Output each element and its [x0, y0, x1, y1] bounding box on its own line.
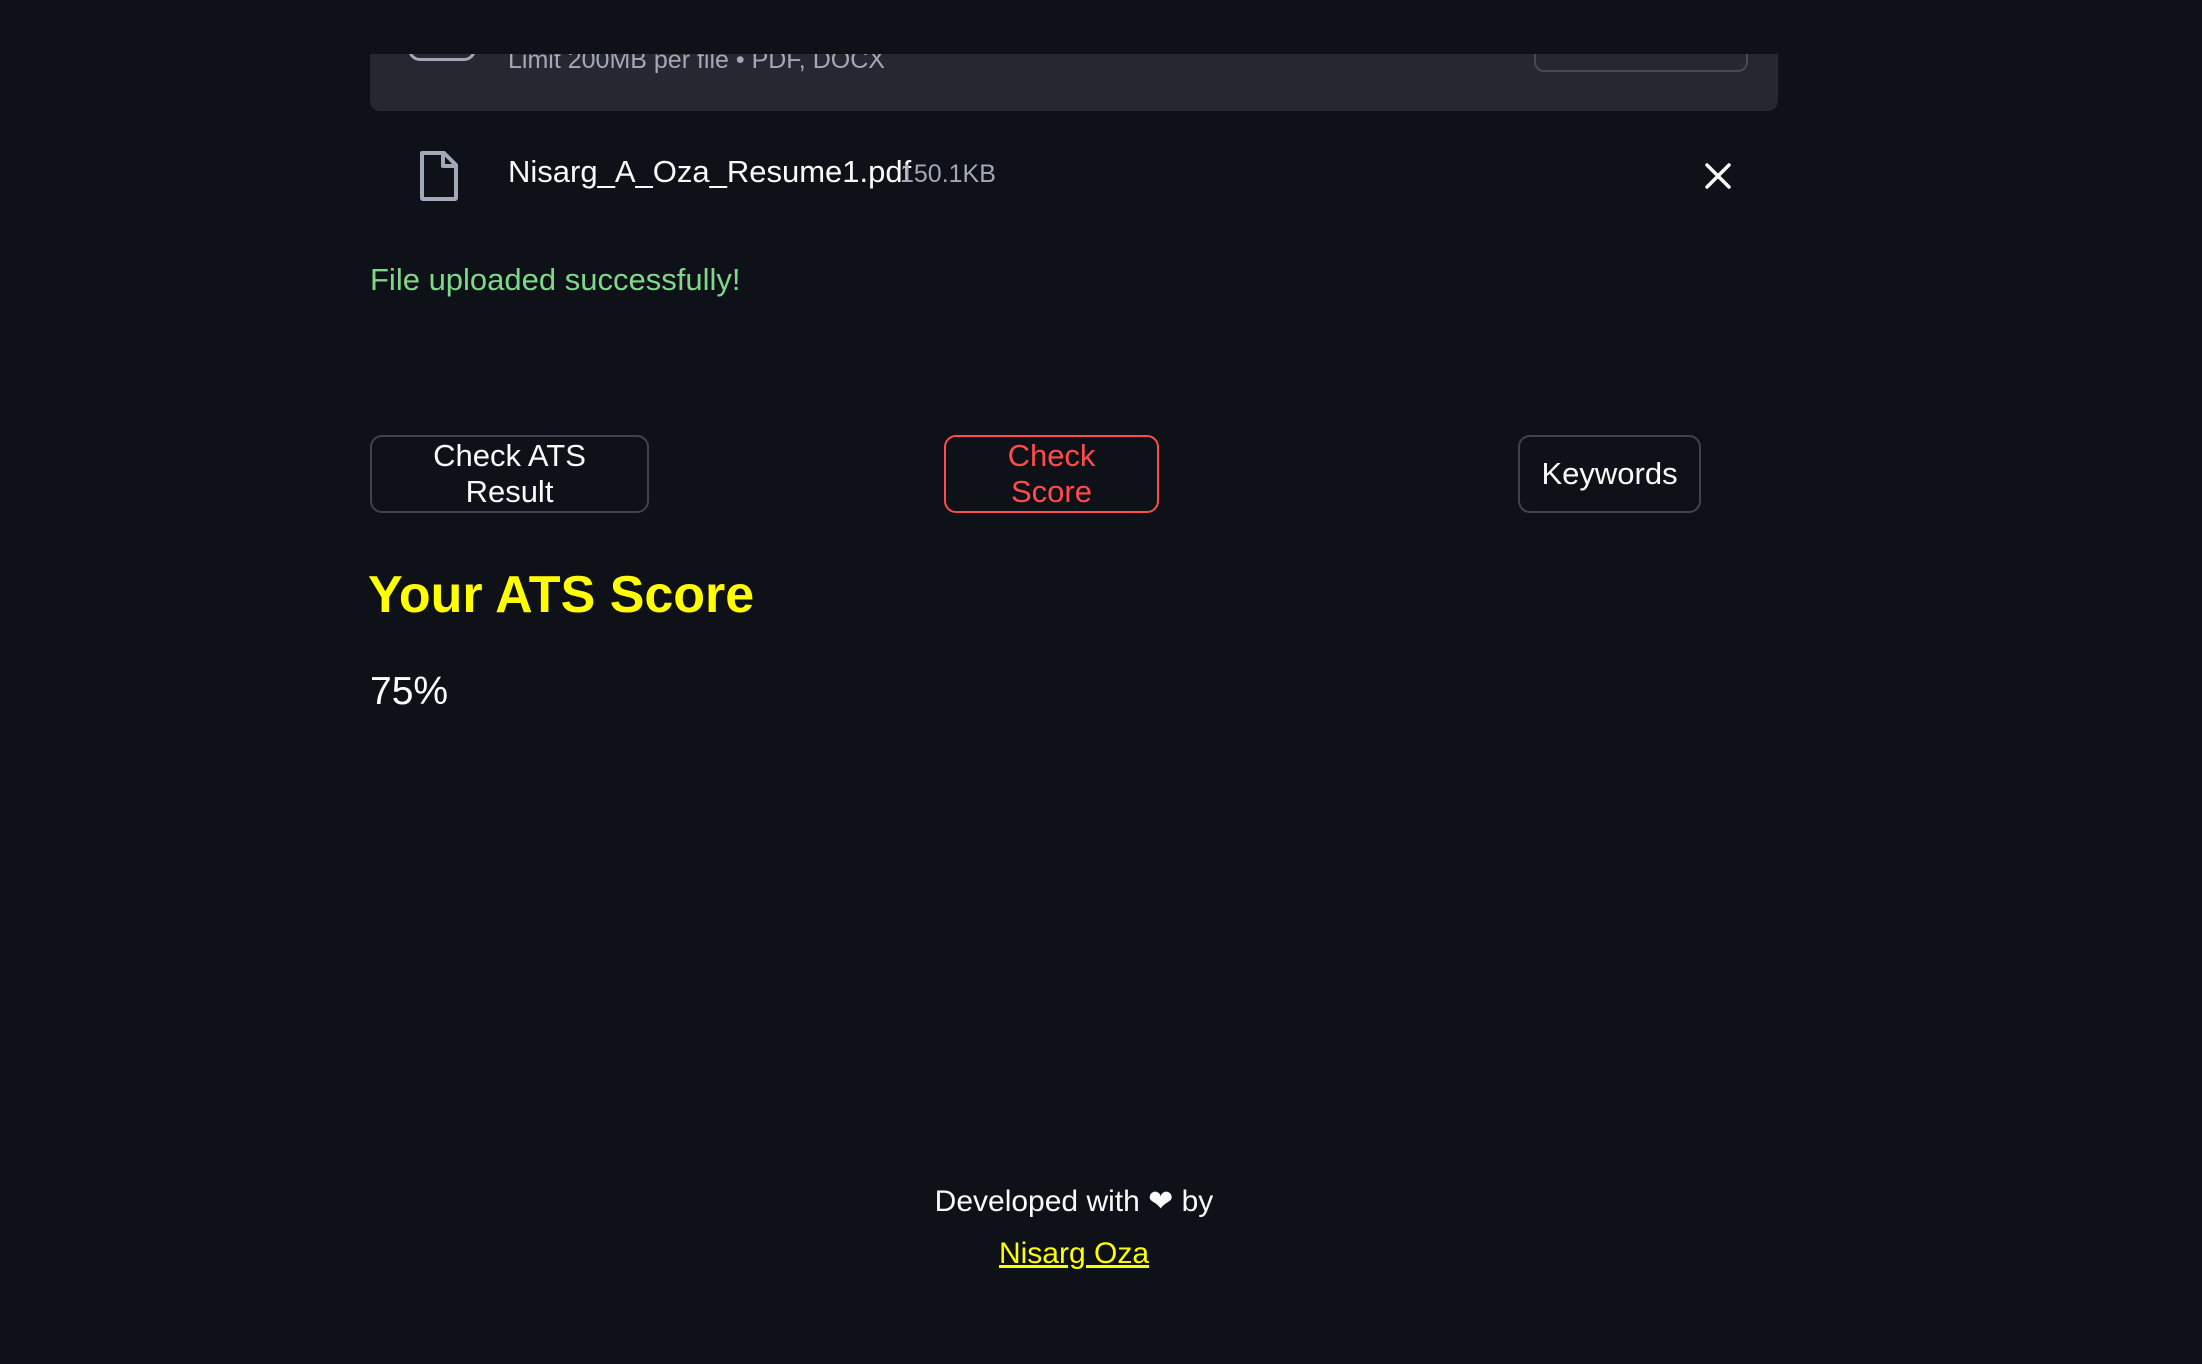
author-link[interactable]: Nisarg Oza	[999, 1237, 1149, 1270]
upload-success-message: File uploaded successfully!	[370, 262, 741, 297]
footer-credit-line: Developed with ❤ by	[0, 1176, 2148, 1228]
file-size: 150.1KB	[900, 160, 996, 188]
check-score-button[interactable]: Check Score	[944, 435, 1159, 513]
footer: Developed with ❤ by Nisarg Oza	[0, 1176, 2148, 1280]
close-icon[interactable]	[1698, 156, 1738, 196]
file-name: Nisarg_A_Oza_Resume1.pdf	[508, 154, 912, 189]
ats-score-value: 75%	[370, 670, 449, 713]
file-icon	[418, 150, 460, 202]
footer-prefix: Developed with	[934, 1185, 1140, 1218]
uploaded-file-row: Nisarg_A_Oza_Resume1.pdf 150.1KB	[370, 140, 1778, 212]
heart-icon: ❤	[1148, 1185, 1174, 1218]
ats-score-heading: Your ATS Score	[368, 566, 755, 624]
check-ats-result-button[interactable]: Check ATS Result	[370, 435, 649, 513]
footer-suffix: by	[1181, 1185, 1214, 1218]
app-page: Limit 200MB per file • PDF, DOCX Nisarg_…	[0, 0, 2202, 1364]
viewport-top	[0, 0, 2202, 54]
keywords-button[interactable]: Keywords	[1518, 435, 1701, 513]
